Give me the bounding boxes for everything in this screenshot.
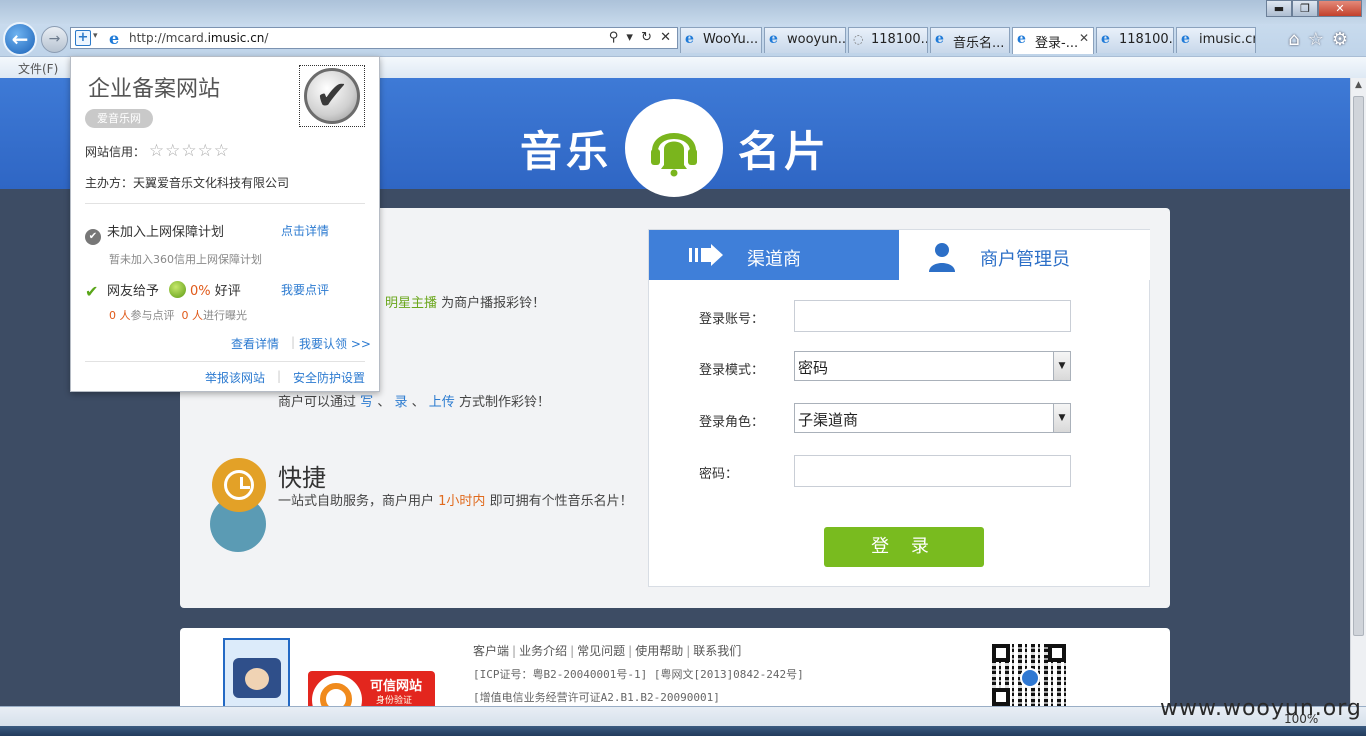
browser-toolbar-icons: ⌂☆⚙ bbox=[1288, 29, 1356, 50]
home-icon[interactable]: ⌂ bbox=[1288, 29, 1307, 50]
plan-desc: 暂未加入360信用上网保障计划 bbox=[109, 253, 262, 266]
check-icon: ✔ bbox=[85, 282, 99, 301]
tab-login-active[interactable]: e 登录-... ✕ bbox=[1012, 27, 1094, 54]
star-rating-icon: ☆☆☆☆☆ bbox=[148, 141, 231, 161]
footer-link-client[interactable]: 客户端 bbox=[473, 644, 509, 658]
tab-wooyun-1[interactable]: e WooYu... bbox=[680, 27, 762, 53]
ie-tab-icon: e bbox=[935, 31, 944, 47]
scroll-up-icon[interactable]: ▲ bbox=[1353, 80, 1364, 91]
close-tab-icon[interactable]: ✕ bbox=[1079, 31, 1089, 45]
logo-text-left: 音乐 bbox=[520, 127, 613, 176]
credit-row: 网站信用： ☆☆☆☆☆ bbox=[85, 141, 231, 161]
login-role-select[interactable]: 子渠道商 ▼ bbox=[794, 403, 1071, 433]
address-tools[interactable]: ⚲ ▾ ↻ ✕ bbox=[609, 30, 673, 45]
popup-title: 企业备案网站 bbox=[88, 77, 221, 102]
footer-icp: [ICP证号：粤B2-20040001号-1] [粤网文[2013]0842-2… bbox=[473, 668, 804, 681]
close-window-button[interactable]: ✕ bbox=[1318, 0, 1362, 17]
ie-page-icon: e bbox=[109, 29, 120, 48]
vertical-scrollbar[interactable]: ▲ bbox=[1350, 78, 1366, 706]
protection-plan-row: ✔ 未加入上网保障计划 bbox=[85, 221, 224, 245]
feature-record: 商户可以通过 写 、 录 、 上传 方式制作彩铃！ bbox=[278, 395, 550, 410]
divider bbox=[85, 203, 365, 204]
ie-tab-icon: e bbox=[1101, 31, 1110, 47]
watermark: www.wooyun.org bbox=[1160, 696, 1362, 721]
password-row: 密码： bbox=[649, 455, 1149, 487]
tab-music-card[interactable]: e 音乐名... bbox=[930, 27, 1010, 53]
footer-license: [增值电信业务经营许可证A2.B1.B2-20090001] bbox=[473, 691, 720, 704]
feature-anchor: 明星主播 为商户播报彩铃！ bbox=[385, 296, 546, 311]
clock-icon bbox=[212, 458, 266, 512]
address-url[interactable]: http://mcard.imusic.cn/ bbox=[129, 31, 268, 45]
footer: 可信网站 身份验证 客户端 | 业务介绍 | 常见问题 | 使用帮助 | 联系我们 [ICP证号… bbox=[180, 628, 1170, 706]
login-mode-select[interactable]: 密码 ▼ bbox=[794, 351, 1071, 381]
ie-tab-icon: e bbox=[1181, 31, 1190, 47]
account-input[interactable] bbox=[794, 300, 1071, 332]
tab-loading[interactable]: ◌ 118100... bbox=[848, 27, 928, 53]
maximize-button[interactable]: ❐ bbox=[1292, 0, 1318, 17]
view-details-link[interactable]: 查看详情 bbox=[231, 335, 279, 352]
loading-icon: ◌ bbox=[853, 32, 864, 46]
user-icon bbox=[929, 243, 955, 272]
password-input[interactable] bbox=[794, 455, 1071, 487]
gear-icon[interactable]: ⚙ bbox=[1332, 29, 1356, 50]
address-bar[interactable]: + ▾ e http://mcard.imusic.cn/ ⚲ ▾ ↻ ✕ bbox=[70, 27, 678, 49]
ie-tab-icon: e bbox=[685, 31, 694, 47]
site-security-icon[interactable]: + bbox=[75, 30, 91, 46]
sponsor-row: 主办方：天翼爱音乐文化科技有限公司 bbox=[85, 176, 290, 190]
login-button[interactable]: 登 录 bbox=[824, 527, 984, 567]
login-panel: 渠道商 商户管理员 登录账号： 登录模式： 密码 ▼ 登录角色： 子渠道商 ▼ 密码… bbox=[648, 229, 1150, 587]
separator: | bbox=[291, 335, 296, 349]
mode-row: 登录模式： 密码 ▼ bbox=[649, 351, 1149, 383]
tab-merchant-admin[interactable]: 商户管理员 bbox=[900, 230, 1150, 280]
plan-details-link[interactable]: 点击详情 bbox=[281, 222, 329, 239]
review-stats: 0 人参与点评 0 人进行曝光 bbox=[109, 309, 247, 322]
feature-fast-title: 快捷 bbox=[278, 464, 326, 492]
bell-logo-icon bbox=[625, 99, 723, 197]
desktop-strip bbox=[0, 0, 1366, 24]
account-row: 登录账号： bbox=[649, 300, 1149, 332]
bell-icon bbox=[651, 133, 697, 177]
minimize-button[interactable]: ▬ bbox=[1266, 0, 1292, 17]
taskbar-strip bbox=[0, 726, 1366, 736]
check-circle-icon: ✔ bbox=[85, 229, 101, 245]
feature-fast-desc: 一站式自助服务，商户用户 1小时内 即可拥有个性音乐名片！ bbox=[278, 494, 633, 509]
footer-link-faq[interactable]: 常见问题 bbox=[577, 644, 625, 658]
apple-icon bbox=[169, 281, 187, 298]
verified-check-icon: ✔ bbox=[299, 65, 365, 127]
qr-code-icon bbox=[992, 644, 1070, 706]
scrollbar-thumb[interactable] bbox=[1353, 96, 1364, 636]
window-controls: ▬ ❐ ✕ bbox=[1266, 0, 1362, 18]
star-favorites-icon[interactable]: ☆ bbox=[1308, 29, 1332, 50]
divider bbox=[85, 361, 365, 362]
footer-links: 客户端 | 业务介绍 | 常见问题 | 使用帮助 | 联系我们 bbox=[473, 644, 742, 658]
security-settings-link[interactable]: 安全防护设置 bbox=[293, 369, 365, 386]
site-name-badge: 爱音乐网 bbox=[85, 109, 153, 128]
police-badge-icon[interactable] bbox=[223, 638, 290, 706]
logo-text-right: 名片 bbox=[738, 127, 831, 176]
trusted-site-badge[interactable]: 可信网站 身份验证 bbox=[308, 671, 435, 706]
report-site-link[interactable]: 举报该网站 bbox=[205, 369, 265, 386]
separator: | bbox=[277, 369, 282, 383]
chevron-down-icon[interactable]: ▼ bbox=[1053, 352, 1070, 380]
claim-link[interactable]: 我要认领 >> bbox=[299, 335, 371, 352]
footer-link-help[interactable]: 使用帮助 bbox=[635, 644, 683, 658]
tab-118100[interactable]: e118100... bbox=[1096, 27, 1174, 53]
rating-row: ✔ 网友给予 0% 好评 bbox=[85, 281, 241, 301]
arrow-right-icon bbox=[689, 244, 723, 266]
chevron-down-icon[interactable]: ▾ bbox=[93, 31, 98, 41]
footer-link-contact[interactable]: 联系我们 bbox=[693, 644, 741, 658]
back-button[interactable]: ← bbox=[3, 22, 37, 56]
tab-wooyun-2[interactable]: e wooyun... bbox=[764, 27, 846, 53]
menu-file[interactable]: 文件(F) bbox=[18, 60, 58, 77]
site-info-popup: 企业备案网站 爱音乐网 ✔ 网站信用： ☆☆☆☆☆ 主办方：天翼爱音乐文化科技有… bbox=[70, 56, 380, 392]
tab-channel[interactable]: 渠道商 bbox=[649, 230, 899, 280]
chevron-down-icon[interactable]: ▼ bbox=[1053, 404, 1070, 432]
footer-link-business[interactable]: 业务介绍 bbox=[519, 644, 567, 658]
role-row: 登录角色： 子渠道商 ▼ bbox=[649, 403, 1149, 435]
ie-tab-icon: e bbox=[1017, 31, 1026, 47]
tab-imusic[interactable]: e imusic.cn bbox=[1176, 27, 1256, 53]
review-link[interactable]: 我要点评 bbox=[281, 281, 329, 298]
ie-tab-icon: e bbox=[769, 31, 778, 47]
forward-button[interactable]: → bbox=[41, 26, 68, 53]
